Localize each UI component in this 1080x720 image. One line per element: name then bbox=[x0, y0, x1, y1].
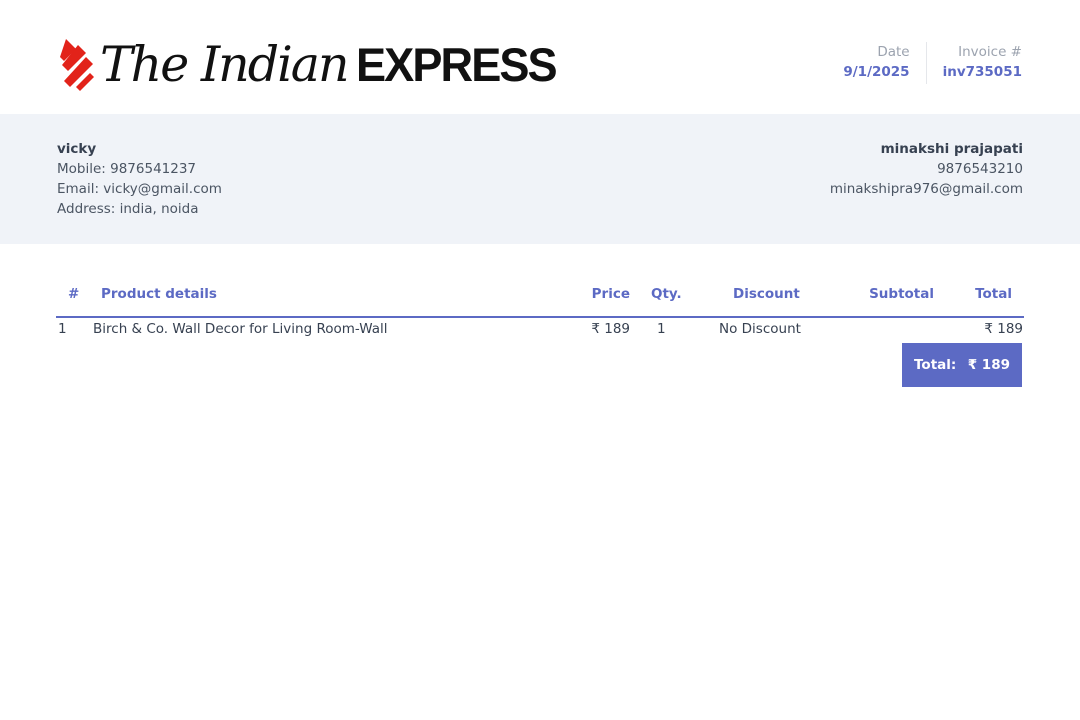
col-header-qty: Qty. bbox=[651, 286, 682, 302]
indian-express-mark-icon bbox=[60, 39, 94, 91]
col-header-total: Total bbox=[975, 286, 1012, 302]
invoice-number-label: Invoice # bbox=[958, 44, 1022, 60]
invoice-number-value: inv735051 bbox=[942, 64, 1022, 80]
recipient-name: minakshi prajapati bbox=[880, 141, 1023, 157]
invoice-header: The Indian EXPRESS Date 9/1/2025 Invoice… bbox=[0, 0, 1080, 114]
col-header-subtotal: Subtotal bbox=[869, 286, 934, 302]
row-total: ₹ 189 bbox=[984, 321, 1023, 337]
row-discount: No Discount bbox=[719, 321, 801, 337]
sender-email: Email: vicky@gmail.com bbox=[57, 181, 222, 197]
date-value: 9/1/2025 bbox=[843, 64, 910, 80]
row-price: ₹ 189 bbox=[591, 321, 630, 337]
col-header-number: # bbox=[68, 286, 80, 302]
sender-mobile: Mobile: 9876541237 bbox=[57, 161, 197, 177]
table-row: 1 Birch & Co. Wall Decor for Living Room… bbox=[56, 318, 1024, 344]
brand-logo: The Indian EXPRESS bbox=[56, 36, 564, 92]
invoice-number-block: Invoice # inv735051 bbox=[927, 42, 1022, 84]
brand-name-bold: EXPRESS bbox=[355, 37, 558, 91]
sender-details: vicky Mobile: 9876541237 Email: vicky@gm… bbox=[57, 139, 222, 219]
date-label: Date bbox=[877, 44, 910, 60]
brand-name-serif: The Indian bbox=[100, 35, 350, 93]
recipient-email: minakshipra976@gmail.com bbox=[829, 181, 1023, 197]
recipient-phone: 9876543210 bbox=[937, 161, 1023, 177]
parties-band: vicky Mobile: 9876541237 Email: vicky@gm… bbox=[0, 114, 1080, 244]
date-block: Date 9/1/2025 bbox=[843, 42, 927, 84]
row-qty: 1 bbox=[657, 321, 666, 337]
grand-total-box: Total: ₹ 189 bbox=[902, 343, 1022, 387]
grand-total-value: ₹ 189 bbox=[967, 357, 1010, 373]
col-header-price: Price bbox=[591, 286, 630, 302]
invoice-meta: Date 9/1/2025 Invoice # inv735051 bbox=[843, 42, 1022, 84]
row-number: 1 bbox=[58, 321, 67, 337]
line-items-table: # Product details Price Qty. Discount Su… bbox=[56, 280, 1024, 344]
grand-total-label: Total: bbox=[914, 357, 957, 373]
row-product: Birch & Co. Wall Decor for Living Room-W… bbox=[93, 321, 388, 337]
col-header-product: Product details bbox=[101, 286, 217, 302]
recipient-details: minakshi prajapati 9876543210 minakshipr… bbox=[830, 139, 1023, 199]
sender-name: vicky bbox=[57, 141, 97, 157]
sender-address: Address: india, noida bbox=[57, 201, 199, 217]
col-header-discount: Discount bbox=[733, 286, 800, 302]
table-header: # Product details Price Qty. Discount Su… bbox=[56, 280, 1024, 318]
